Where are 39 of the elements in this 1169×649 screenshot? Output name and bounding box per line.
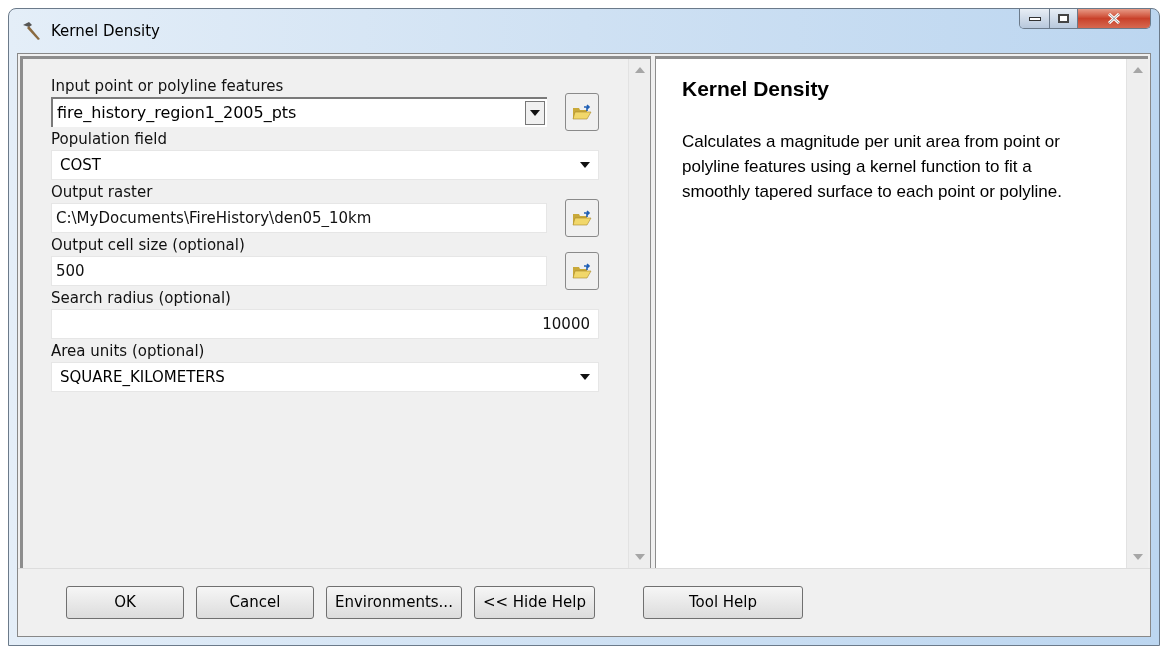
window-title: Kernel Density [51, 20, 160, 42]
input-field[interactable]: C:\MyDocuments\FireHistory\den05_10km [51, 203, 547, 233]
field-label: Search radius (optional) [51, 289, 232, 307]
open-folder-icon [571, 102, 593, 122]
scrollbar[interactable] [1126, 59, 1148, 568]
close-icon [1107, 13, 1121, 24]
caret-icon [580, 374, 590, 380]
open-folder-icon [571, 208, 593, 228]
close-button[interactable] [1078, 9, 1150, 28]
field-label: Population field [51, 130, 168, 148]
dialog-button[interactable]: OK [66, 586, 184, 619]
tool-help-button[interactable]: Tool Help [643, 586, 803, 619]
minimize-button[interactable] [1020, 9, 1050, 28]
scroll-down-icon[interactable] [634, 554, 645, 560]
dropdown[interactable]: SQUARE_KILOMETERS [51, 362, 599, 392]
field-label: Input point or polyline features [51, 77, 285, 95]
field-label: Output cell size (optional) [51, 236, 246, 254]
maximize-button[interactable] [1050, 9, 1078, 28]
scroll-down-icon[interactable] [1132, 554, 1143, 560]
scroll-up-icon[interactable] [1132, 67, 1143, 73]
field-label: Output raster [51, 183, 154, 201]
field-label: Area units (optional) [51, 342, 206, 360]
browse-button[interactable] [565, 199, 599, 237]
browse-button[interactable] [565, 93, 599, 131]
help-description: Calculates a magnitude per unit area from point or polyline features using a kernel function to fit a smoothly tapered surface to each point or polyline. [682, 130, 1063, 203]
scroll-up-icon[interactable] [634, 67, 645, 73]
help-title: Kernel Density [682, 76, 831, 102]
input-field[interactable]: 10000 [51, 309, 599, 339]
dialog-button[interactable]: Environments... [326, 586, 462, 619]
dialog-button[interactable]: << Hide Help [473, 586, 595, 619]
input-field[interactable]: 500 [51, 256, 547, 286]
open-folder-icon [571, 261, 593, 281]
combo-box[interactable]: fire_history_region1_2005_pts [51, 97, 547, 127]
caret-icon [580, 162, 590, 168]
dropdown[interactable]: COST [51, 150, 599, 180]
caret-icon [530, 110, 540, 116]
dialog-button[interactable]: Cancel [196, 586, 314, 619]
hammer-icon [21, 21, 43, 41]
browse-button[interactable] [565, 252, 599, 290]
